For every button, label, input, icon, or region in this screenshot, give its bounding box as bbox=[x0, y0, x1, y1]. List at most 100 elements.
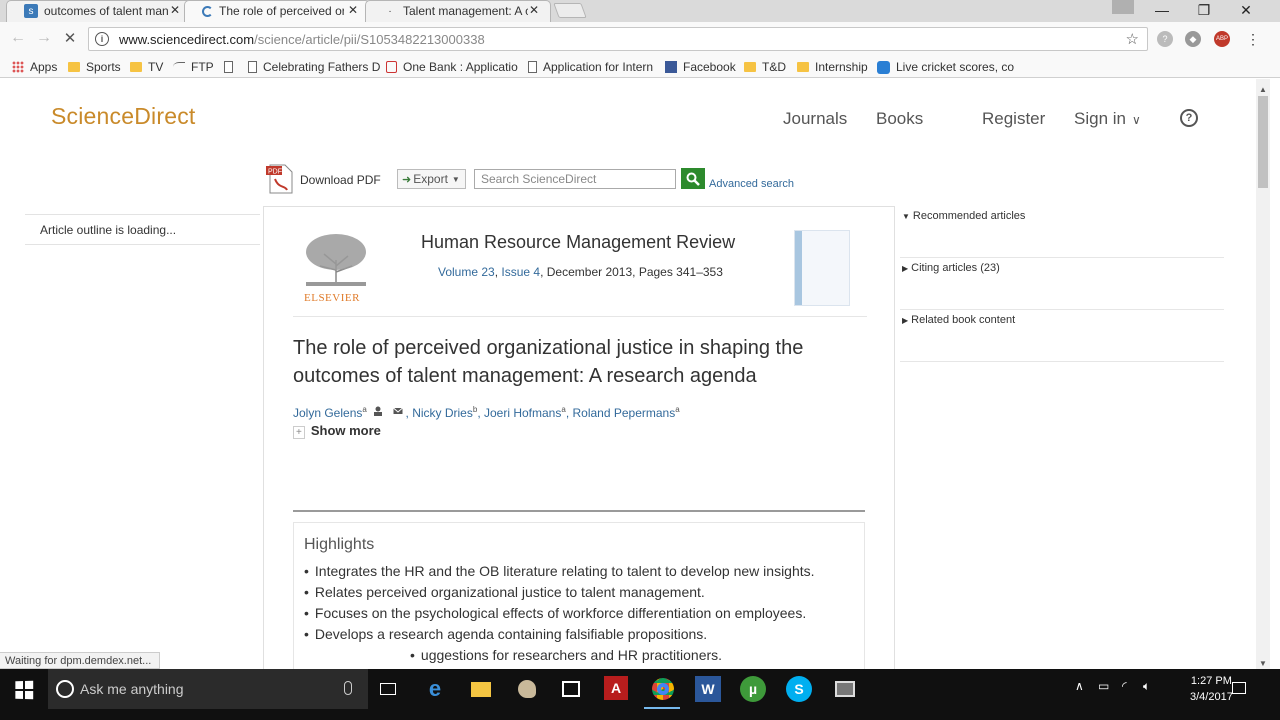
volume-icon[interactable]: 🔈︎ bbox=[1143, 679, 1150, 694]
system-clock[interactable]: 1:27 PM 3/4/2017 bbox=[1190, 673, 1233, 705]
word-icon[interactable]: W bbox=[695, 676, 721, 702]
article-title: The role of perceived organizational jus… bbox=[293, 337, 804, 387]
list-item: Develops a research agenda containing fa… bbox=[304, 626, 815, 647]
tab-role-of-perceived[interactable]: The role of perceived org ✕ bbox=[184, 0, 370, 22]
tab-close-icon[interactable]: ✕ bbox=[170, 3, 180, 17]
help-icon[interactable]: ? bbox=[1180, 109, 1198, 127]
author-link[interactable]: Jolyn Gelens bbox=[293, 406, 362, 420]
bookmark-label: Facebook bbox=[683, 60, 736, 74]
author-link[interactable]: Nicky Dries bbox=[412, 406, 473, 420]
author-affiliation: a bbox=[675, 405, 680, 414]
volume-link[interactable]: Volume 23 bbox=[438, 265, 495, 279]
advanced-search-link[interactable]: Advanced search bbox=[709, 178, 794, 190]
bookmark-star-icon[interactable]: ☆ bbox=[1126, 30, 1139, 48]
journal-cover-image[interactable] bbox=[794, 230, 850, 306]
webpage: ScienceDirect Journals Books Register Si… bbox=[0, 79, 1256, 669]
chevron-down-icon: ∨ bbox=[1131, 113, 1141, 127]
export-button[interactable]: ➜ Export ▼ bbox=[397, 169, 466, 189]
bookmark-ftp[interactable]: FTP bbox=[173, 58, 214, 76]
recommended-articles-toggle[interactable]: ▼ Recommended articles bbox=[900, 206, 1224, 258]
author-affiliation: b bbox=[472, 405, 478, 414]
bookmark-tnd[interactable]: T&D bbox=[744, 58, 786, 76]
bookmark-apps[interactable]: Apps bbox=[12, 58, 57, 76]
folder-icon bbox=[797, 62, 809, 72]
bookmark-one-bank[interactable]: One Bank : Applicatio bbox=[386, 58, 518, 76]
signin-label: Sign in bbox=[1074, 109, 1126, 128]
related-book-content-toggle[interactable]: ▶ Related book content bbox=[900, 310, 1224, 362]
onebank-icon bbox=[386, 61, 397, 73]
bookmark-facebook[interactable]: Facebook bbox=[665, 58, 736, 76]
person-icon[interactable] bbox=[373, 406, 383, 416]
scrollbar-thumb[interactable] bbox=[1258, 96, 1268, 188]
bookmark-sports[interactable]: Sports bbox=[68, 58, 121, 76]
notifications-icon[interactable] bbox=[1232, 682, 1246, 694]
show-more-button[interactable]: + Show more bbox=[293, 423, 381, 439]
file-explorer-icon[interactable] bbox=[468, 676, 494, 702]
citing-articles-toggle[interactable]: ▶ Citing articles (23) bbox=[900, 258, 1224, 310]
site-info-icon[interactable]: i bbox=[95, 32, 109, 46]
plus-icon: + bbox=[293, 426, 305, 439]
journal-title[interactable]: Human Resource Management Review bbox=[421, 232, 735, 253]
extension-icon[interactable]: ? bbox=[1157, 31, 1173, 47]
active-app-indicator bbox=[644, 707, 680, 709]
bookmark-application-intern[interactable]: Application for Intern bbox=[528, 58, 653, 76]
highlights-list: Integrates the HR and the OB literature … bbox=[304, 563, 815, 668]
battery-icon[interactable]: ▭ bbox=[1098, 679, 1109, 693]
media-player-icon[interactable] bbox=[832, 676, 858, 702]
extension-icon[interactable]: ◆ bbox=[1185, 31, 1201, 47]
profile-icon[interactable] bbox=[1112, 0, 1134, 14]
utorrent-icon[interactable]: µ bbox=[740, 676, 766, 702]
email-icon[interactable] bbox=[392, 406, 403, 416]
bookmark-blank-page[interactable] bbox=[224, 58, 239, 76]
caret-down-icon: ▼ bbox=[902, 212, 910, 221]
restore-button[interactable]: ❐ bbox=[1184, 0, 1224, 20]
tab-close-icon[interactable]: ✕ bbox=[348, 3, 358, 17]
forward-button[interactable]: → bbox=[34, 28, 54, 48]
tab-close-icon[interactable]: ✕ bbox=[529, 3, 539, 17]
minimize-button[interactable]: — bbox=[1142, 0, 1182, 20]
sciencedirect-logo[interactable]: ScienceDirect bbox=[51, 103, 196, 130]
back-button[interactable]: ← bbox=[8, 28, 28, 48]
address-bar[interactable]: i www.sciencedirect.com/science/article/… bbox=[88, 27, 1148, 51]
bookmark-tv[interactable]: TV bbox=[130, 58, 163, 76]
edge-icon[interactable]: e bbox=[422, 676, 448, 702]
pdf-file-icon[interactable]: PDF bbox=[265, 163, 295, 195]
nav-books[interactable]: Books bbox=[876, 109, 923, 129]
wifi-icon[interactable]: ◜ bbox=[1122, 679, 1127, 693]
scroll-down-arrow-icon[interactable]: ▼ bbox=[1256, 656, 1270, 670]
bookmark-internship[interactable]: Internship bbox=[797, 58, 868, 76]
elsevier-logo[interactable]: ELSEVIER bbox=[302, 230, 370, 304]
nav-signin[interactable]: Sign in ∨ bbox=[1074, 109, 1141, 129]
bookmark-celebrating-fathers[interactable]: Celebrating Fathers D bbox=[248, 58, 380, 76]
adblock-icon[interactable]: ABP bbox=[1214, 31, 1230, 47]
author-link[interactable]: Joeri Hofmans bbox=[484, 406, 561, 420]
folder-icon bbox=[130, 62, 142, 72]
download-pdf-link[interactable]: Download PDF bbox=[300, 173, 381, 187]
stop-loading-button[interactable]: ✕ bbox=[60, 28, 80, 48]
tab-outcomes[interactable]: s outcomes of talent mans ✕ bbox=[6, 0, 192, 22]
nav-journals[interactable]: Journals bbox=[783, 109, 847, 129]
nav-register[interactable]: Register bbox=[982, 109, 1045, 129]
search-button[interactable] bbox=[681, 168, 705, 189]
browser-tab-strip: s outcomes of talent mans ✕ The role of … bbox=[0, 0, 1280, 22]
close-window-button[interactable]: ✕ bbox=[1226, 0, 1266, 20]
cortana-search[interactable]: Ask me anything bbox=[48, 669, 368, 709]
store-icon[interactable] bbox=[558, 676, 584, 702]
task-view-icon[interactable] bbox=[375, 676, 401, 702]
issue-link[interactable]: Issue 4 bbox=[501, 265, 540, 279]
scroll-up-arrow-icon[interactable]: ▲ bbox=[1256, 82, 1270, 96]
paint-icon[interactable] bbox=[514, 676, 540, 702]
new-tab-button[interactable] bbox=[553, 3, 587, 18]
chevron-up-icon[interactable]: ∧ bbox=[1075, 679, 1084, 693]
acrobat-icon[interactable]: A bbox=[604, 676, 628, 700]
windows-start-icon[interactable] bbox=[15, 680, 34, 700]
chrome-menu-icon[interactable]: ⋮ bbox=[1245, 31, 1261, 47]
folder-icon bbox=[744, 62, 756, 72]
author-link[interactable]: Roland Pepermans bbox=[572, 406, 675, 420]
bookmark-live-cricket[interactable]: Live cricket scores, co bbox=[877, 58, 1014, 76]
microphone-icon[interactable] bbox=[344, 681, 352, 695]
chrome-icon[interactable] bbox=[650, 676, 676, 702]
skype-icon[interactable]: S bbox=[786, 676, 812, 702]
tab-talent-management[interactable]: · Talent management: A cr ✕ bbox=[365, 0, 551, 22]
search-input[interactable]: Search ScienceDirect bbox=[474, 169, 676, 189]
